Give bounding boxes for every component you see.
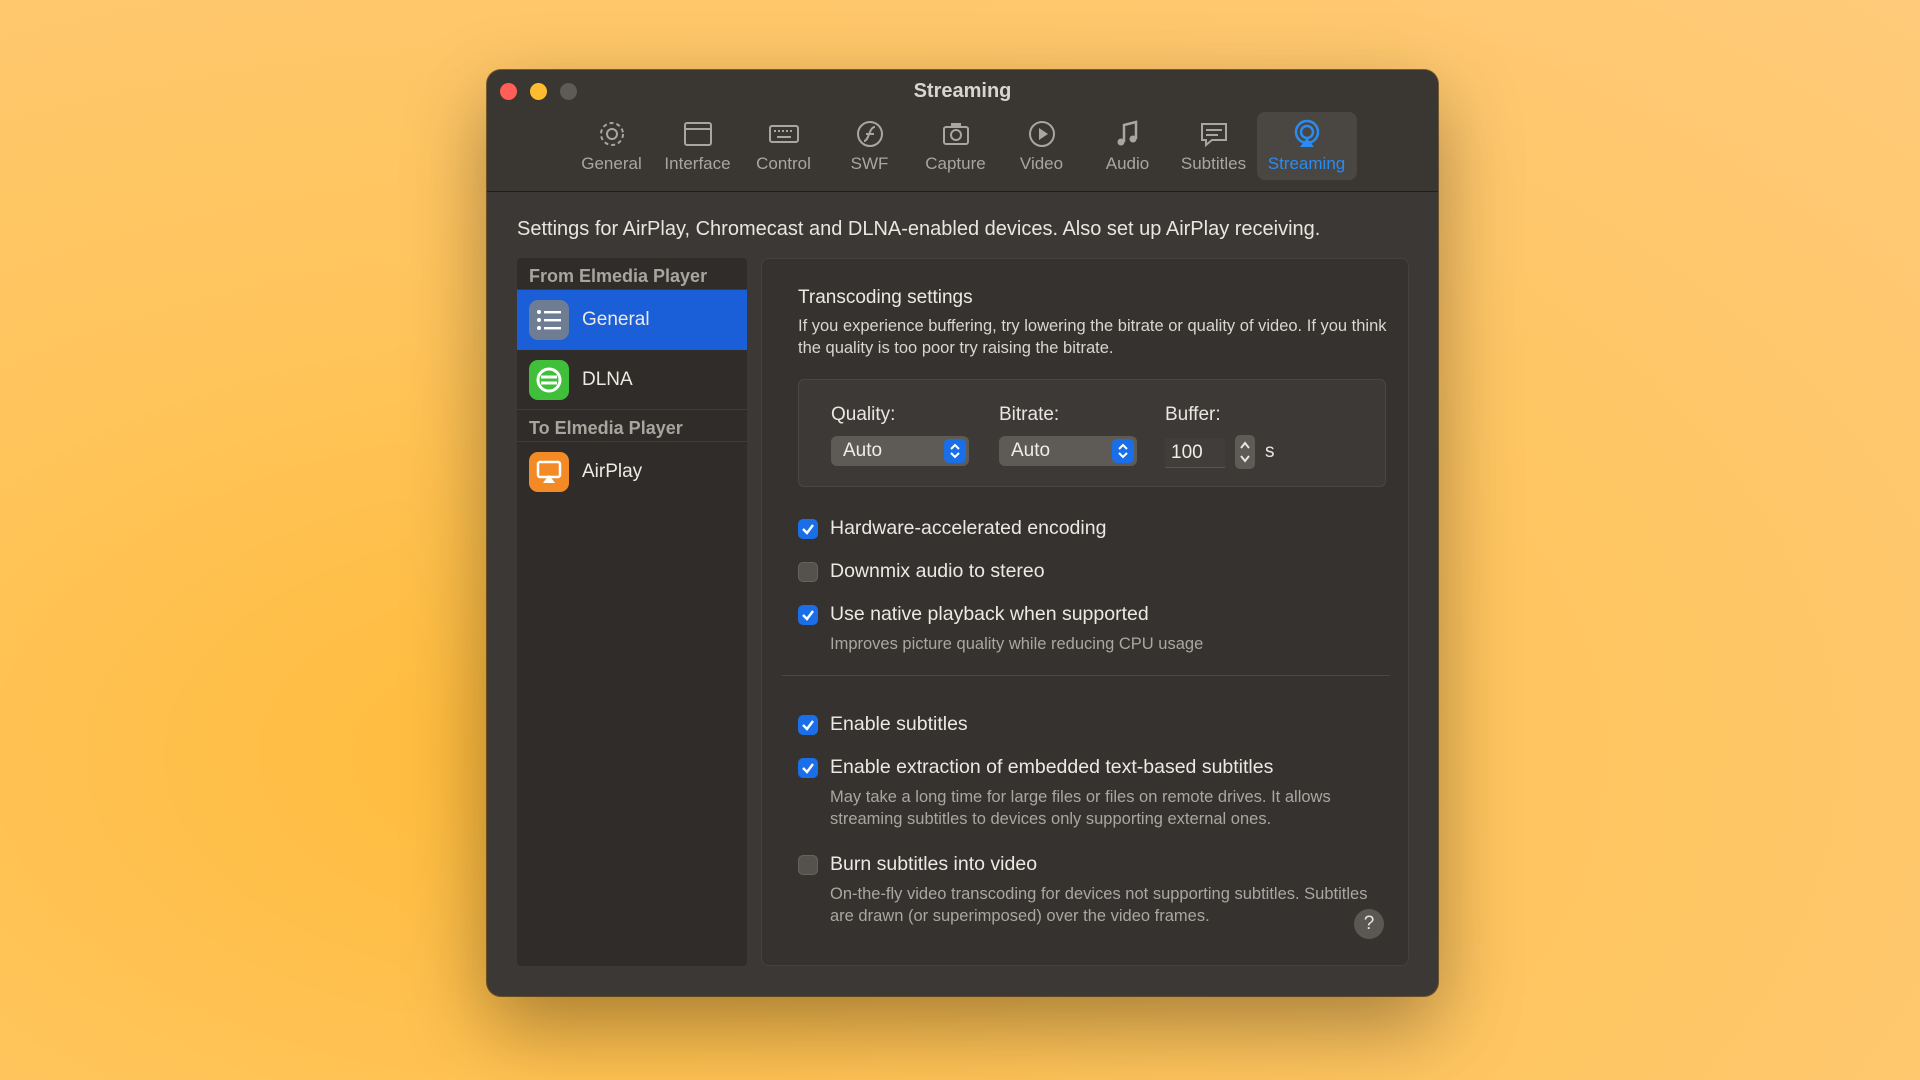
tab-capture[interactable]: Capture: [913, 112, 999, 180]
checkmark-icon: [802, 719, 814, 731]
window-icon: [683, 122, 712, 146]
option-downmix-stereo[interactable]: Downmix audio to stereo: [798, 560, 1045, 583]
tab-label: Interface: [664, 154, 731, 173]
sidebar-item-label: AirPlay: [582, 461, 643, 482]
tab-label: Video: [1019, 154, 1064, 173]
gear-icon: [599, 122, 624, 146]
checkbox[interactable]: [798, 604, 818, 625]
chevron-updown-icon: [944, 439, 966, 463]
airplay-icon: [529, 452, 569, 492]
tab-audio[interactable]: Audio: [1085, 112, 1171, 180]
sidebar-item-general[interactable]: General: [517, 290, 747, 350]
checkbox[interactable]: [798, 714, 818, 735]
window-title: Streaming: [913, 80, 1012, 102]
option-note: Improves picture quality while reducing …: [830, 635, 1204, 653]
checkmark-icon: [802, 609, 814, 621]
camera-icon: [942, 123, 969, 145]
option-enable-subtitles[interactable]: Enable subtitles: [798, 713, 968, 736]
preferences-window: Streaming General Interface Control SWF …: [487, 70, 1438, 996]
checkbox[interactable]: [798, 854, 818, 875]
checkbox[interactable]: [798, 561, 818, 582]
music-note-icon: [1117, 120, 1137, 146]
option-label: Enable subtitles: [830, 713, 968, 735]
titlebar: Streaming General Interface Control SWF …: [487, 70, 1438, 192]
tab-label: General: [581, 154, 642, 173]
sidebar-item-label: DLNA: [582, 368, 633, 390]
panel-title: Transcoding settings: [798, 287, 973, 308]
play-icon: [1028, 121, 1055, 147]
chevron-updown-icon: [1112, 439, 1134, 463]
buffer-unit: s: [1265, 441, 1275, 462]
airplay-icon: [1294, 119, 1319, 147]
option-label: Downmix audio to stereo: [830, 560, 1045, 582]
checkmark-icon: [802, 762, 814, 774]
help-button[interactable]: ?: [1354, 909, 1384, 939]
tab-label: Streaming: [1267, 154, 1346, 173]
settings-panel: Transcoding settings If you experience b…: [761, 258, 1409, 966]
sidebar: From Elmedia Player General DLNA To Elme…: [517, 258, 747, 966]
checkbox[interactable]: [798, 518, 818, 539]
panel-description: If you experience buffering, try lowerin…: [798, 317, 1387, 357]
sidebar-section-from: From Elmedia Player: [517, 258, 747, 290]
dlna-icon: [529, 359, 569, 400]
tab-label: Capture: [925, 154, 986, 173]
divider: [782, 675, 1390, 676]
tab-label: Subtitles: [1180, 154, 1247, 173]
bitrate-select-value: Auto: [1011, 440, 1051, 461]
checkbox[interactable]: [798, 757, 818, 778]
tab-label: Audio: [1105, 154, 1150, 173]
option-note: On-the-fly video transcoding for devices…: [830, 885, 1368, 925]
tab-video[interactable]: Video: [999, 112, 1085, 180]
tab-streaming[interactable]: Streaming: [1256, 112, 1357, 180]
keyboard-icon: [768, 125, 799, 143]
preferences-toolbar: General Interface Control SWF Capture Vi…: [487, 112, 1438, 180]
checkmark-icon: [802, 523, 814, 535]
tab-swf[interactable]: SWF: [827, 112, 913, 180]
option-label: Enable extraction of embedded text-based…: [830, 756, 1274, 778]
sidebar-item-label: General: [582, 309, 650, 330]
page-description: Settings for AirPlay, Chromecast and DLN…: [517, 218, 1321, 240]
bitrate-label: Bitrate:: [999, 404, 1060, 425]
sidebar-item-dlna[interactable]: DLNA: [517, 350, 747, 410]
option-burn-subtitles[interactable]: Burn subtitles into video: [798, 853, 1037, 876]
option-hardware-encoding[interactable]: Hardware-accelerated encoding: [798, 517, 1106, 540]
option-note: May take a long time for large files or …: [830, 788, 1331, 828]
option-label: Hardware-accelerated encoding: [830, 517, 1107, 539]
speech-bubble-icon: [1200, 123, 1227, 148]
tab-interface[interactable]: Interface: [655, 112, 741, 180]
tab-general[interactable]: General: [569, 112, 655, 180]
tab-label: SWF: [850, 154, 889, 173]
buffer-stepper[interactable]: [1235, 435, 1255, 469]
option-extract-subtitles[interactable]: Enable extraction of embedded text-based…: [798, 756, 1273, 779]
option-label: Burn subtitles into video: [830, 853, 1038, 875]
quality-label: Quality:: [831, 404, 896, 425]
option-native-playback[interactable]: Use native playback when supported: [798, 603, 1149, 626]
tab-label: Control: [756, 154, 811, 173]
buffer-label: Buffer:: [1165, 404, 1221, 425]
bitrate-select[interactable]: Auto: [999, 436, 1137, 466]
sidebar-item-airplay[interactable]: AirPlay: [517, 442, 747, 502]
tab-control[interactable]: Control: [741, 112, 827, 180]
sidebar-section-to: To Elmedia Player: [517, 410, 747, 442]
list-icon: [529, 300, 569, 340]
buffer-input[interactable]: 100: [1165, 438, 1225, 468]
quality-select-value: Auto: [843, 440, 883, 461]
tab-subtitles[interactable]: Subtitles: [1171, 112, 1257, 180]
quality-select[interactable]: Auto: [831, 436, 969, 466]
transcoding-controls: Quality: Auto Bitrate: Auto Buffer: 100 …: [798, 379, 1386, 487]
option-label: Use native playback when supported: [830, 603, 1149, 625]
flash-icon: [856, 121, 883, 147]
